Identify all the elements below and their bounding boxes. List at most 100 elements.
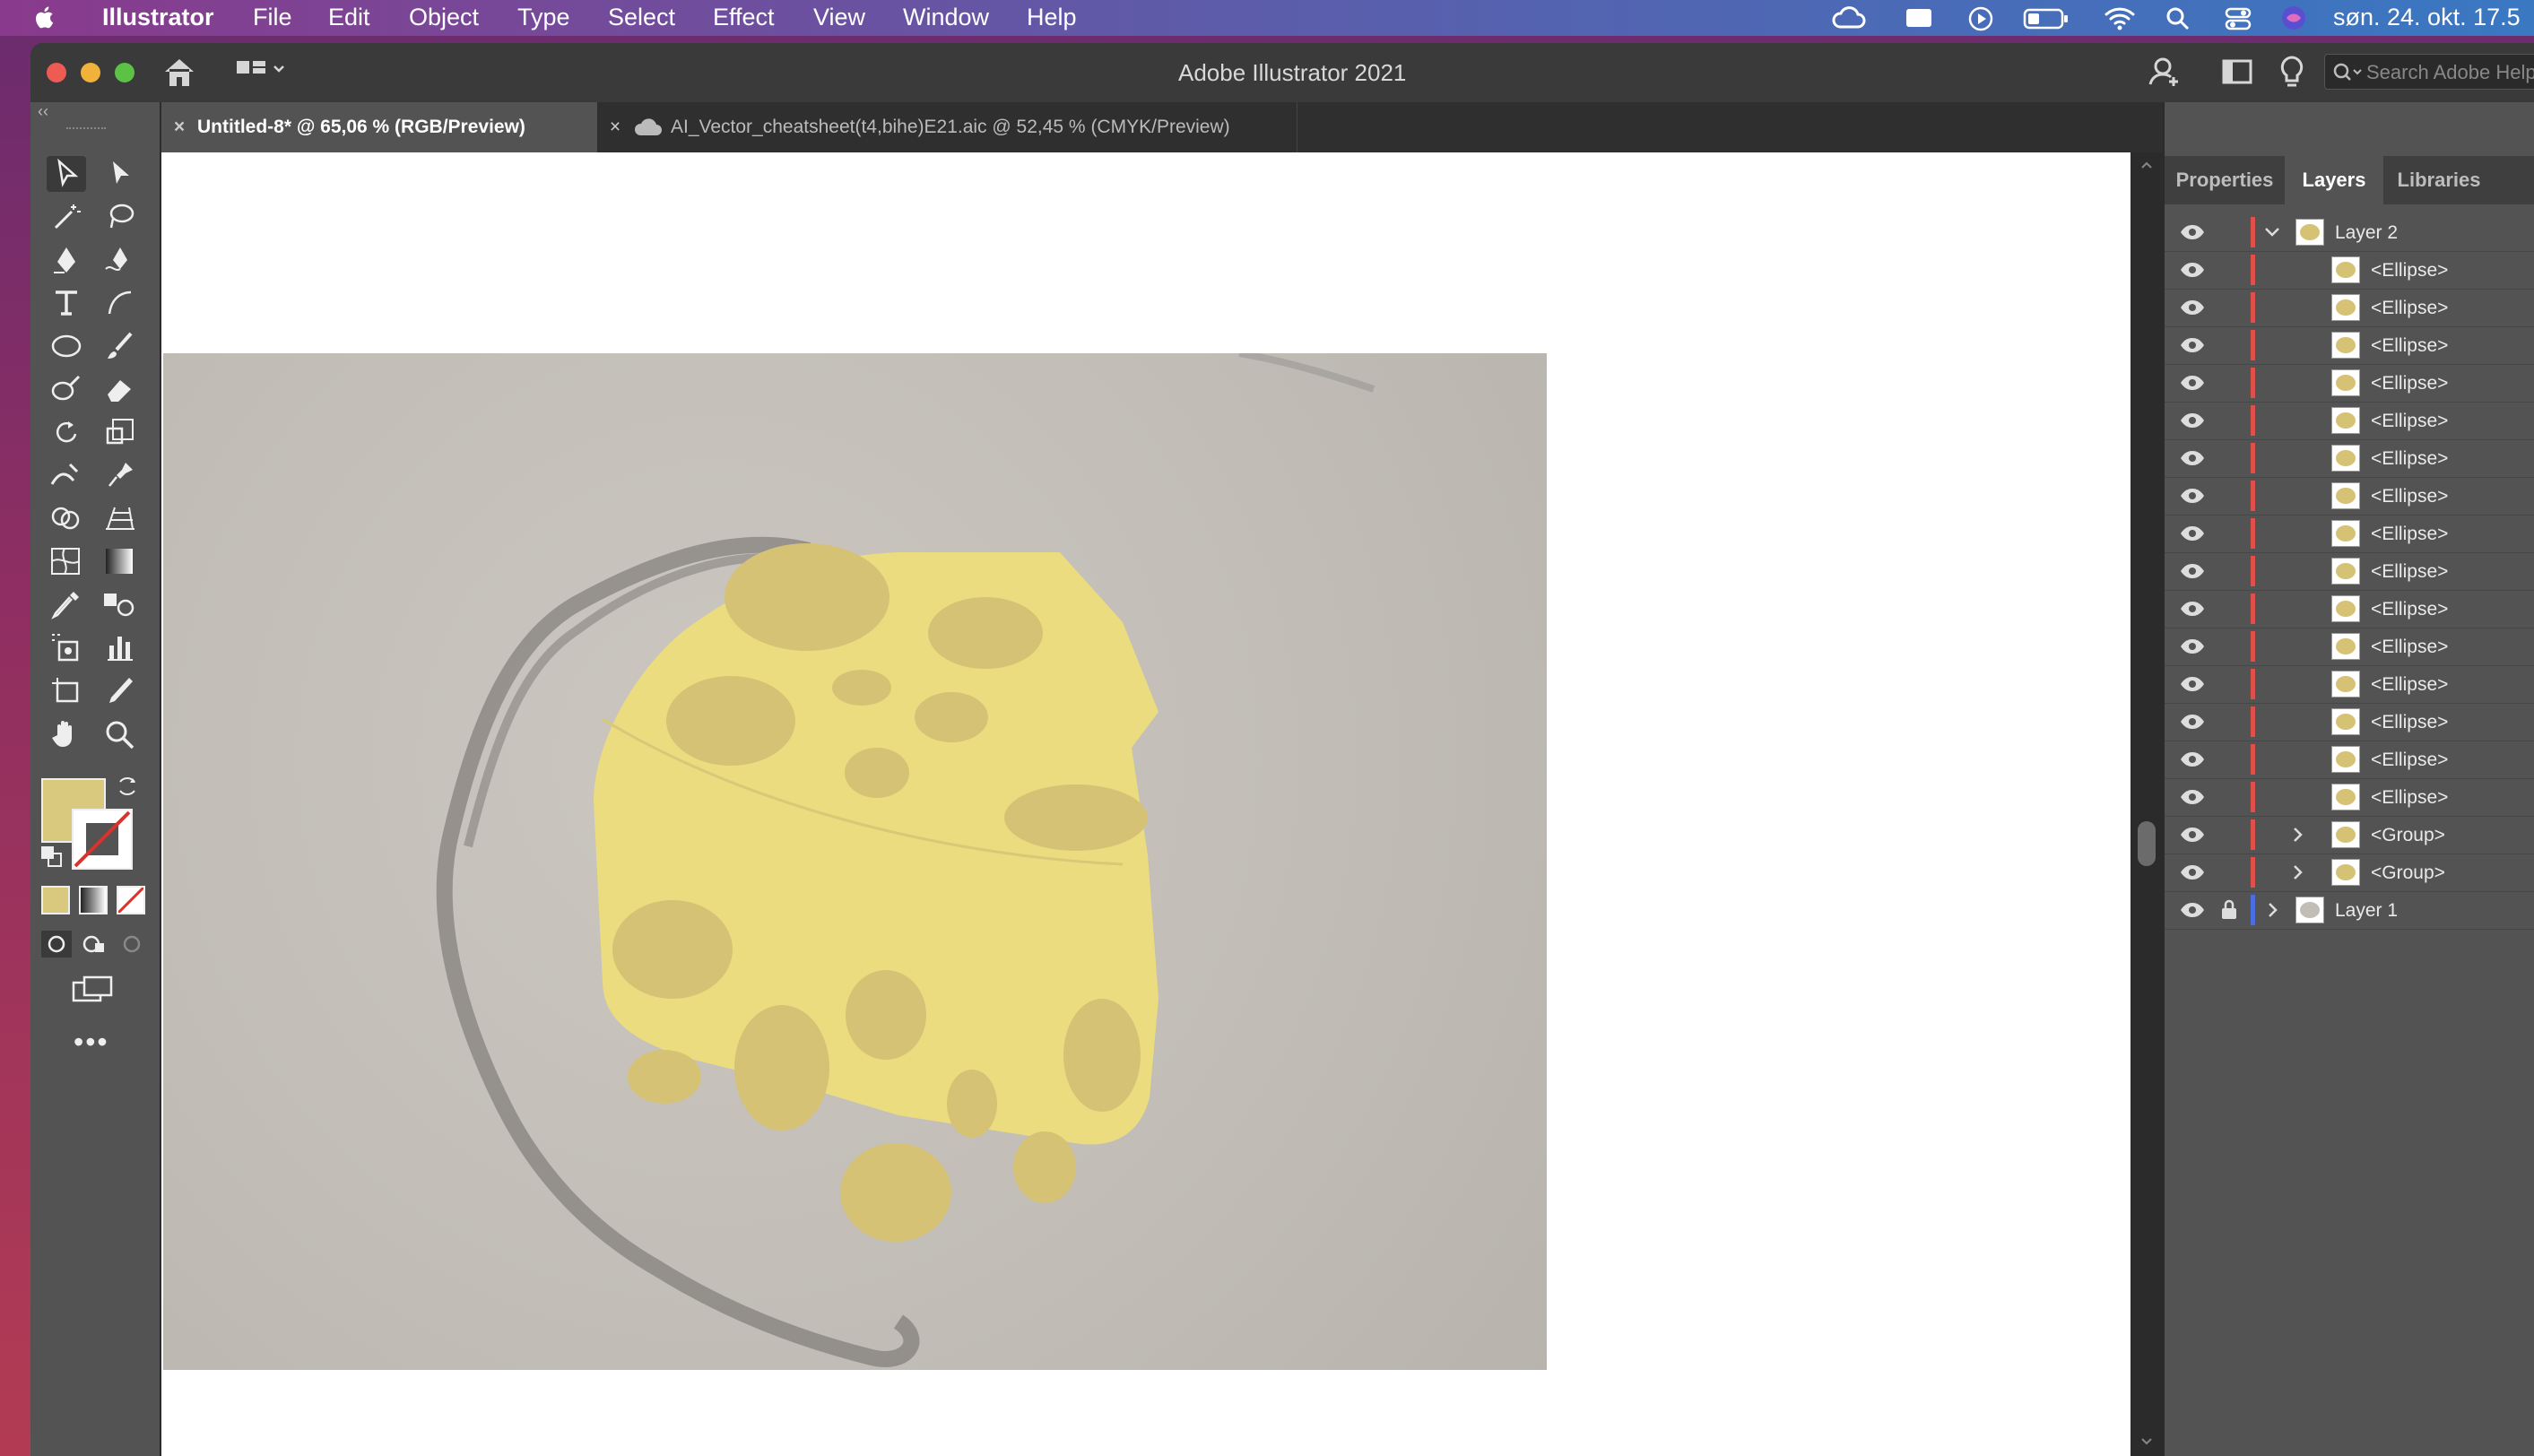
help-search-input[interactable]: Search Adobe Help xyxy=(2324,54,2534,90)
paintbrush-tool-icon[interactable] xyxy=(100,328,140,364)
collapse-chevron-icon[interactable] xyxy=(2261,221,2283,244)
spotlight-search-icon[interactable] xyxy=(2165,5,2191,32)
visibility-eye-icon[interactable] xyxy=(2179,296,2206,319)
vertical-scrollbar[interactable] xyxy=(2130,152,2163,1456)
ellipse-tool-icon[interactable] xyxy=(47,328,86,364)
hand-tool-icon[interactable] xyxy=(47,715,86,751)
visibility-eye-icon[interactable] xyxy=(2179,635,2206,658)
sublayer-row[interactable]: <Group> xyxy=(2165,854,2534,892)
curvature-tool-icon[interactable] xyxy=(100,242,140,278)
expand-chevron-icon[interactable] xyxy=(2261,898,2283,922)
menu-object[interactable]: Object xyxy=(409,4,479,31)
close-window-button[interactable] xyxy=(47,63,66,82)
menubar-clock[interactable]: søn. 24. okt. 17.5 xyxy=(2333,4,2521,31)
battery-icon[interactable] xyxy=(2023,7,2070,30)
lock-icon[interactable] xyxy=(2218,898,2240,922)
sublayer-row[interactable]: <Ellipse> xyxy=(2165,741,2534,779)
share-user-icon[interactable] xyxy=(2147,54,2183,90)
sublayer-row[interactable]: <Ellipse> xyxy=(2165,515,2534,553)
visibility-eye-icon[interactable] xyxy=(2179,334,2206,357)
visibility-eye-icon[interactable] xyxy=(2179,823,2206,846)
menu-effect[interactable]: Effect xyxy=(713,4,775,31)
swap-fill-stroke-icon[interactable] xyxy=(115,773,142,800)
menu-window[interactable]: Window xyxy=(903,4,989,31)
stroke-color-swatch[interactable] xyxy=(72,809,133,870)
apple-icon[interactable] xyxy=(32,4,59,30)
app-menu-name[interactable]: Illustrator xyxy=(102,4,214,31)
menu-type[interactable]: Type xyxy=(517,4,570,31)
wifi-icon[interactable] xyxy=(2104,5,2136,30)
play-icon[interactable] xyxy=(1967,5,1994,32)
tab-libraries[interactable]: Libraries xyxy=(2383,156,2495,204)
rotate-tool-icon[interactable] xyxy=(47,414,86,450)
zoom-window-button[interactable] xyxy=(115,63,135,82)
cheese-illustration[interactable] xyxy=(163,353,1547,1370)
lasso-tool-icon[interactable] xyxy=(100,199,140,235)
sublayer-row[interactable]: <Group> xyxy=(2165,816,2534,854)
line-segment-tool-icon[interactable] xyxy=(100,285,140,321)
type-tool-icon[interactable] xyxy=(47,285,86,321)
visibility-eye-icon[interactable] xyxy=(2179,672,2206,696)
color-mode-button[interactable] xyxy=(41,886,70,914)
visibility-eye-icon[interactable] xyxy=(2179,446,2206,470)
direct-selection-tool-icon[interactable] xyxy=(100,156,140,192)
menu-select[interactable]: Select xyxy=(608,4,675,31)
sublayer-row[interactable]: <Ellipse> xyxy=(2165,326,2534,365)
sublayer-row[interactable]: <Ellipse> xyxy=(2165,402,2534,440)
sublayer-row[interactable]: <Ellipse> xyxy=(2165,364,2534,403)
eraser-tool-icon[interactable] xyxy=(100,371,140,407)
tab-properties[interactable]: Properties xyxy=(2165,156,2285,204)
minimize-window-button[interactable] xyxy=(81,63,100,82)
layer-row[interactable]: Layer 2 xyxy=(2165,213,2534,252)
sublayer-row[interactable]: <Ellipse> xyxy=(2165,289,2534,327)
tab-untitled-8[interactable]: × Untitled-8* @ 65,06 % (RGB/Preview) xyxy=(161,102,597,152)
scroll-down-icon[interactable] xyxy=(2139,1434,2154,1449)
sublayer-row[interactable]: <Ellipse> xyxy=(2165,703,2534,741)
lightbulb-icon[interactable] xyxy=(2278,54,2306,90)
notification-icon[interactable] xyxy=(1901,4,1937,32)
tab-ai-vector-cheatsheet[interactable]: × AI_Vector_cheatsheet(t4,bihe)E21.aic @ … xyxy=(597,102,1297,152)
visibility-eye-icon[interactable] xyxy=(2179,710,2206,733)
menu-view[interactable]: View xyxy=(813,4,865,31)
width-tool-icon[interactable] xyxy=(47,457,86,493)
artboard-tool-icon[interactable] xyxy=(47,672,86,708)
collapse-panel-icon[interactable]: ‹‹ xyxy=(38,102,48,121)
none-mode-button[interactable] xyxy=(117,886,145,914)
perspective-grid-tool-icon[interactable] xyxy=(100,500,140,536)
sublayer-row[interactable]: <Ellipse> xyxy=(2165,665,2534,704)
eyedropper-tool-icon[interactable] xyxy=(47,586,86,622)
mesh-tool-icon[interactable] xyxy=(47,543,86,579)
menu-help[interactable]: Help xyxy=(1027,4,1077,31)
home-icon[interactable] xyxy=(161,56,197,90)
sublayer-row[interactable]: <Ellipse> xyxy=(2165,590,2534,628)
draw-behind-icon[interactable] xyxy=(79,931,109,958)
symbol-sprayer-tool-icon[interactable] xyxy=(47,629,86,665)
arrange-documents-icon[interactable] xyxy=(2220,56,2256,88)
sublayer-row[interactable]: <Ellipse> xyxy=(2165,552,2534,591)
visibility-eye-icon[interactable] xyxy=(2179,221,2206,244)
siri-icon[interactable] xyxy=(2279,4,2308,32)
close-tab-icon[interactable]: × xyxy=(161,102,197,152)
scale-tool-icon[interactable] xyxy=(100,414,140,450)
sublayer-row[interactable]: <Ellipse> xyxy=(2165,251,2534,290)
panel-grip[interactable] xyxy=(66,127,106,133)
visibility-eye-icon[interactable] xyxy=(2179,861,2206,884)
gradient-mode-button[interactable] xyxy=(79,886,108,914)
close-tab-icon[interactable]: × xyxy=(597,102,633,152)
expand-chevron-icon[interactable] xyxy=(2287,823,2308,846)
default-fill-stroke-icon[interactable] xyxy=(39,845,65,870)
edit-toolbar-icon[interactable]: ••• xyxy=(74,1026,109,1059)
visibility-eye-icon[interactable] xyxy=(2179,597,2206,620)
visibility-eye-icon[interactable] xyxy=(2179,748,2206,771)
draw-inside-icon[interactable] xyxy=(117,931,147,958)
menu-edit[interactable]: Edit xyxy=(328,4,370,31)
change-screen-mode-icon[interactable] xyxy=(70,974,117,1006)
sublayer-row[interactable]: <Ellipse> xyxy=(2165,628,2534,666)
magic-wand-tool-icon[interactable] xyxy=(47,199,86,235)
document-canvas[interactable] xyxy=(161,152,2130,1456)
draw-normal-icon[interactable] xyxy=(41,931,72,958)
visibility-eye-icon[interactable] xyxy=(2179,484,2206,507)
menu-file[interactable]: File xyxy=(253,4,292,31)
visibility-eye-icon[interactable] xyxy=(2179,371,2206,394)
layer-row[interactable]: Layer 1 xyxy=(2165,891,2534,930)
